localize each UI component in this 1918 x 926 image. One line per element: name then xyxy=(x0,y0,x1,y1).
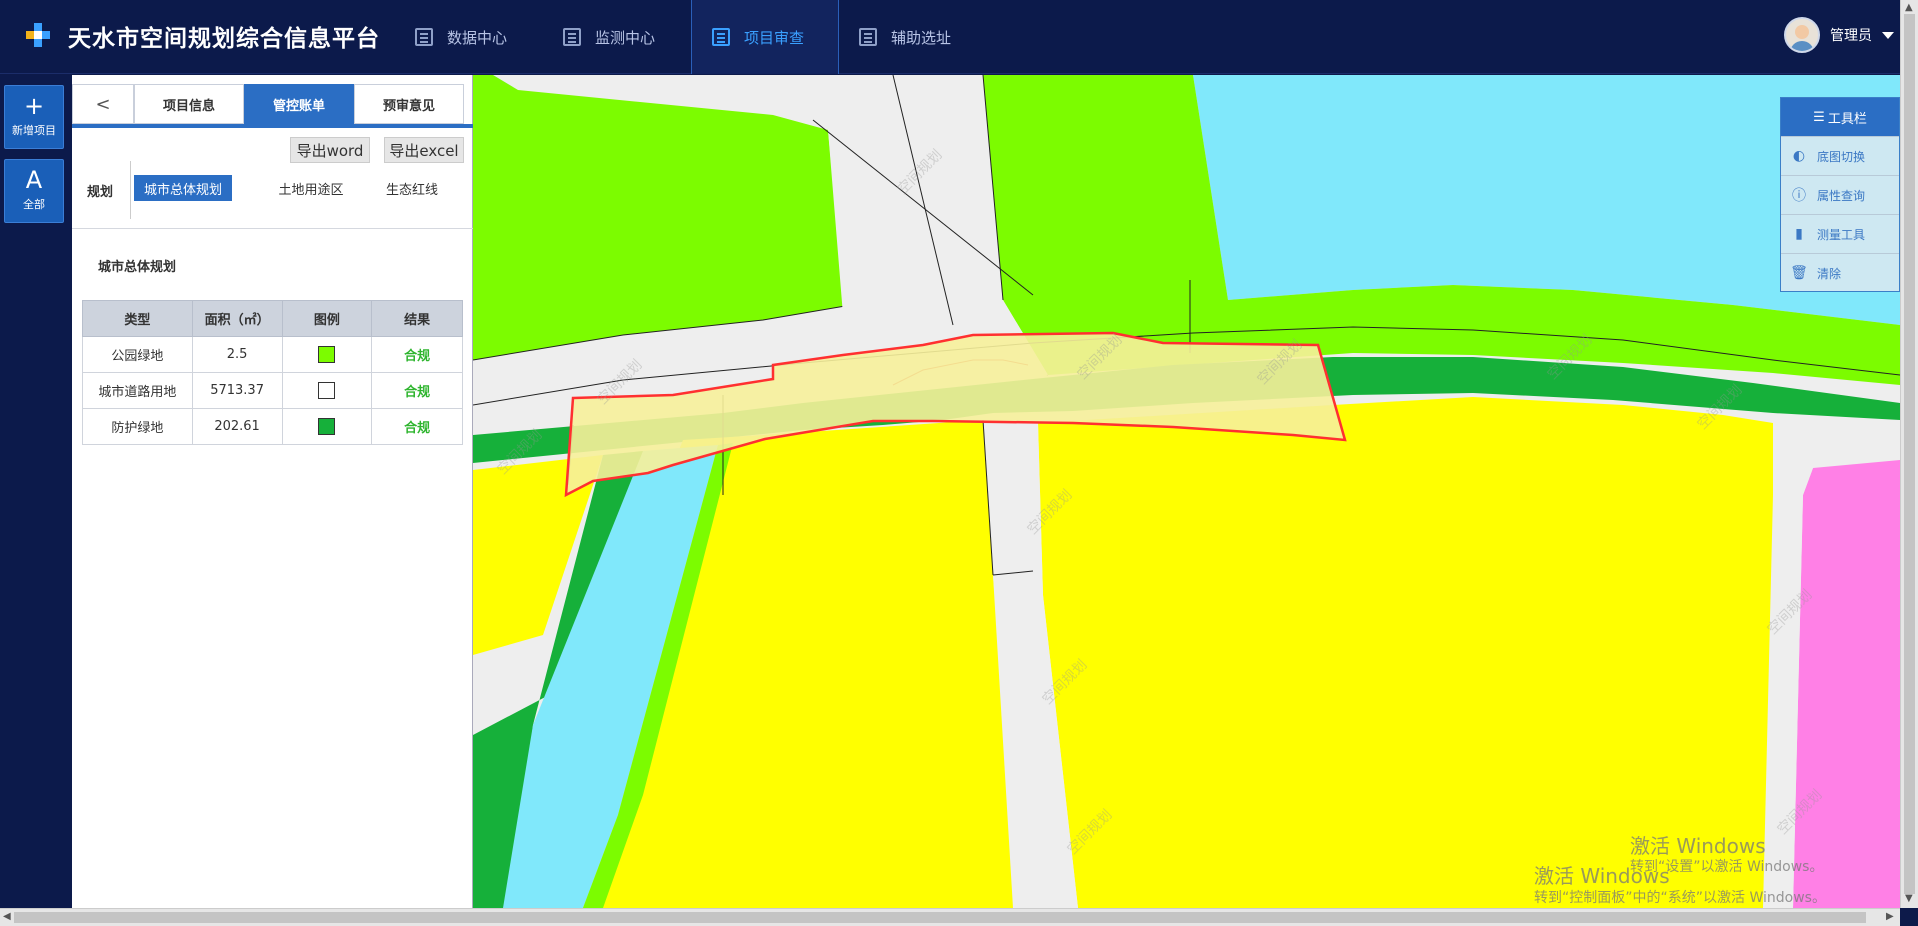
table-row: 城市道路用地 5713.37 合规 xyxy=(82,372,463,409)
toolbar-item-label: 底图切换 xyxy=(1817,149,1866,164)
vertical-scrollbar[interactable]: ▲ ▼ xyxy=(1900,0,1918,908)
document-icon xyxy=(712,28,730,46)
table-row: 公园绿地 2.5 合规 xyxy=(82,336,463,373)
document-icon xyxy=(859,28,877,46)
cell-area: 202.61 xyxy=(191,408,283,445)
horizontal-scroll-thumb[interactable] xyxy=(14,912,1866,923)
new-project-label: 新增项目 xyxy=(12,124,56,137)
table-row: 防护绿地 202.61 合规 xyxy=(82,408,463,445)
commercial-area xyxy=(1793,460,1900,908)
category-divider xyxy=(130,161,131,219)
platform-logo-icon xyxy=(26,23,50,47)
app-window: 天水市空间规划综合信息平台 数据中心 监测中心 项目审查 辅助选址 管理员 + … xyxy=(0,0,1918,926)
cell-type: 城市道路用地 xyxy=(82,372,193,409)
export-word-button[interactable]: 导出word xyxy=(290,137,370,163)
tab-control-bill[interactable]: 管控账单 xyxy=(244,84,354,124)
tab-pre-review-opinion[interactable]: 预审意见 xyxy=(354,84,464,124)
map-canvas[interactable]: 空间规划 空间规划 空间规划 空间规划 空间规划 空间规划 空间规划 空间规划 … xyxy=(473,75,1900,908)
table-header-row: 类型 面积（㎡） 图例 结果 xyxy=(82,300,463,337)
legend-swatch xyxy=(318,346,336,363)
nav-label: 数据中心 xyxy=(447,28,508,47)
user-menu[interactable]: 管理员 xyxy=(1784,17,1894,53)
subtab-city-master-plan[interactable]: 城市总体规划 xyxy=(134,175,232,201)
review-panel: < 项目信息 管控账单 预审意见 导出word 导出excel 规划 城市总体规… xyxy=(72,75,473,908)
nav-label: 项目审查 xyxy=(744,28,805,47)
panel-tabs: < 项目信息 管控账单 预审意见 xyxy=(72,84,473,128)
cell-legend xyxy=(281,336,373,373)
category-label: 规划 xyxy=(87,185,114,200)
attribute-query-button[interactable]: ⓘ 属性查询 xyxy=(1781,175,1899,214)
basemap-switch-button[interactable]: ◐ 底图切换 xyxy=(1781,136,1899,175)
back-button[interactable]: < xyxy=(72,84,134,124)
main-nav: 数据中心 监测中心 项目审查 辅助选址 xyxy=(395,0,987,74)
toolbar-item-label: 清除 xyxy=(1817,266,1842,281)
measure-tool-button[interactable]: ▮ 测量工具 xyxy=(1781,214,1899,253)
cell-type: 防护绿地 xyxy=(82,408,193,445)
chevron-down-icon xyxy=(1882,31,1894,39)
subtab-ecological-redline[interactable]: 生态红线 xyxy=(372,175,452,201)
toolbar-item-label: 测量工具 xyxy=(1817,227,1866,242)
tab-project-info[interactable]: 项目信息 xyxy=(134,84,244,124)
scroll-down-icon[interactable]: ▼ xyxy=(1905,893,1913,904)
all-label: 全部 xyxy=(23,198,45,211)
plus-icon: + xyxy=(23,92,45,120)
user-name: 管理员 xyxy=(1830,28,1872,44)
app-title: 天水市空间规划综合信息平台 xyxy=(68,26,380,52)
section-title: 城市总体规划 xyxy=(98,260,177,275)
nav-project-review[interactable]: 项目审查 xyxy=(691,0,839,74)
toolbar-item-label: 属性查询 xyxy=(1817,188,1866,203)
info-icon: ⓘ xyxy=(1792,188,1806,204)
half-circle-icon: ◐ xyxy=(1792,148,1806,164)
cell-result: 合规 xyxy=(371,336,463,373)
scroll-up-icon[interactable]: ▲ xyxy=(1905,2,1913,13)
park-green-area xyxy=(473,75,851,360)
document-icon xyxy=(415,28,433,46)
ruler-icon: ▮ xyxy=(1795,226,1803,242)
document-icon xyxy=(563,28,581,46)
cell-type: 公园绿地 xyxy=(82,336,193,373)
map-toolbar: ☰ 工具栏 ◐ 底图切换 ⓘ 属性查询 ▮ 测量工具 🗑 清除 xyxy=(1780,97,1900,292)
clear-button[interactable]: 🗑 清除 xyxy=(1781,253,1899,292)
col-header-legend: 图例 xyxy=(281,300,373,337)
nav-monitor-center[interactable]: 监测中心 xyxy=(543,0,691,74)
export-excel-button[interactable]: 导出excel xyxy=(384,137,464,163)
top-header: 天水市空间规划综合信息平台 数据中心 监测中心 项目审查 辅助选址 管理员 xyxy=(0,0,1900,74)
nav-label: 监测中心 xyxy=(595,28,656,47)
legend-swatch xyxy=(318,418,336,435)
vertical-scroll-thumb[interactable] xyxy=(1904,14,1915,894)
scroll-right-icon[interactable]: ▶ xyxy=(1886,911,1894,922)
all-symbol: A xyxy=(25,166,43,194)
os-activation-title: 激活 Windows xyxy=(1534,864,1670,888)
cell-legend xyxy=(281,408,373,445)
legend-swatch xyxy=(318,382,336,399)
os-activation-title: 激活 Windows xyxy=(1630,834,1766,858)
toolbar-header[interactable]: ☰ 工具栏 xyxy=(1781,98,1899,136)
col-header-result: 结果 xyxy=(371,300,463,337)
subtab-land-use-zone[interactable]: 土地用途区 xyxy=(256,175,366,201)
col-header-type: 类型 xyxy=(82,300,193,337)
cell-result: 合规 xyxy=(371,372,463,409)
divider xyxy=(72,228,473,229)
nav-data-center[interactable]: 数据中心 xyxy=(395,0,543,74)
os-activation-line: 转到“控制面板”中的“系统”以激活 Windows。 xyxy=(1534,890,1826,906)
left-rail: + 新增项目 A 全部 xyxy=(0,75,72,908)
scroll-left-icon[interactable]: ◀ xyxy=(3,911,11,922)
cell-result: 合规 xyxy=(371,408,463,445)
horizontal-scrollbar[interactable]: ◀ ▶ xyxy=(0,908,1900,926)
menu-icon: ☰ xyxy=(1813,109,1825,125)
trash-icon: 🗑 xyxy=(1790,265,1808,281)
avatar xyxy=(1784,17,1820,53)
cell-area: 5713.37 xyxy=(191,372,283,409)
all-projects-button[interactable]: A 全部 xyxy=(4,159,64,223)
nav-label: 辅助选址 xyxy=(891,28,952,47)
toolbar-title: 工具栏 xyxy=(1827,111,1867,127)
cell-legend xyxy=(281,372,373,409)
nav-site-selection[interactable]: 辅助选址 xyxy=(839,0,987,74)
control-bill-table: 类型 面积（㎡） 图例 结果 公园绿地 2.5 合规 城市道路用地 5713.3… xyxy=(82,300,463,445)
new-project-button[interactable]: + 新增项目 xyxy=(4,85,64,149)
cell-area: 2.5 xyxy=(191,336,283,373)
col-header-area: 面积（㎡） xyxy=(191,300,283,337)
map-layers: 空间规划 空间规划 空间规划 空间规划 空间规划 空间规划 空间规划 空间规划 … xyxy=(473,75,1900,908)
